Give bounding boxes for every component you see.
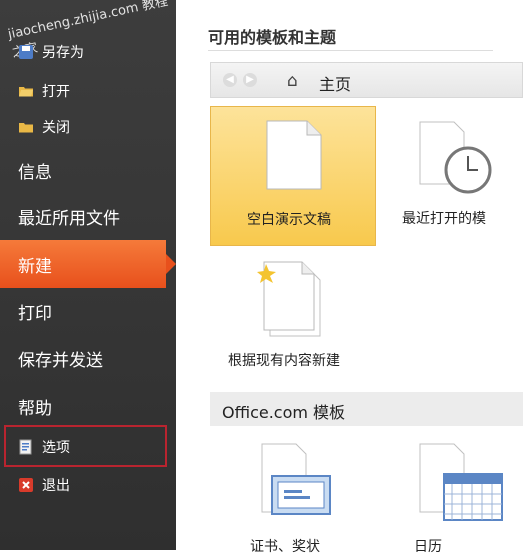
menu-save-send-label: 保存并发送 <box>18 350 103 371</box>
calendar-icon <box>419 443 503 521</box>
menu-close[interactable]: 关闭 <box>18 113 70 141</box>
blank-document-icon <box>266 120 322 190</box>
menu-options-label: 选项 <box>42 440 70 456</box>
template-recent[interactable]: 最近打开的模 <box>386 106 523 246</box>
back-arrow-icon[interactable]: ◀ <box>223 73 237 87</box>
title-divider <box>208 50 493 51</box>
recent-clock-document-icon <box>419 121 492 194</box>
exit-icon <box>18 477 34 493</box>
template-calendar-label: 日历 <box>414 539 442 555</box>
certificate-icon <box>261 443 331 515</box>
folder-open-icon <box>18 83 34 99</box>
options-icon <box>18 439 34 455</box>
template-certificate[interactable]: 证书、奖状 <box>210 432 376 555</box>
office-templates-bar: Office.com 模板 <box>210 392 523 426</box>
template-blank-label: 空白演示文稿 <box>247 212 331 228</box>
menu-print[interactable]: 打印 <box>18 291 52 331</box>
menu-exit[interactable]: 退出 <box>18 471 70 499</box>
template-from-existing[interactable]: 根据现有内容新建 <box>210 252 376 382</box>
menu-saveas-label: 另存为 <box>42 45 84 61</box>
menu-new-label: 新建 <box>18 257 52 277</box>
menu-help[interactable]: 帮助 <box>18 386 52 426</box>
menu-info[interactable]: 信息 <box>18 150 52 190</box>
navigation-bar: ◀ ▶ ⌂ 主页 <box>210 62 523 98</box>
menu-new[interactable]: 新建 <box>0 240 176 288</box>
template-calendar[interactable]: 日历 <box>386 432 523 555</box>
menu-help-label: 帮助 <box>18 398 52 419</box>
available-templates-title: 可用的模板和主题 <box>208 28 337 47</box>
main-panel: 可用的模板和主题 ◀ ▶ ⌂ 主页 空白演示文稿 最近打开的模 根据现有内容新建 <box>176 0 523 555</box>
menu-saveas[interactable]: 另存为 <box>18 38 84 66</box>
template-recent-label: 最近打开的模 <box>402 211 486 227</box>
menu-open-label: 打开 <box>42 84 70 100</box>
backstage-sidebar: jiaocheng.zhijia.com 教程之家 另存为 打开 关闭 信息 最… <box>0 0 176 550</box>
menu-print-label: 打印 <box>18 303 52 324</box>
new-from-existing-icon <box>257 261 321 337</box>
saveas-icon <box>18 44 34 60</box>
forward-arrow-icon[interactable]: ▶ <box>243 73 257 87</box>
menu-save-send[interactable]: 保存并发送 <box>18 338 103 378</box>
menu-exit-label: 退出 <box>42 478 70 494</box>
home-icon[interactable]: ⌂ <box>287 71 298 91</box>
template-certificate-label: 证书、奖状 <box>250 539 320 555</box>
menu-info-label: 信息 <box>18 162 52 183</box>
template-from-existing-label: 根据现有内容新建 <box>228 353 340 369</box>
folder-close-icon <box>18 119 34 135</box>
menu-recent[interactable]: 最近所用文件 <box>18 196 120 236</box>
menu-recent-label: 最近所用文件 <box>18 208 120 229</box>
home-label[interactable]: 主页 <box>319 71 351 95</box>
template-blank-presentation[interactable]: 空白演示文稿 <box>210 106 376 246</box>
office-templates-title: Office.com 模板 <box>222 403 346 422</box>
menu-open[interactable]: 打开 <box>18 77 70 105</box>
menu-options[interactable]: 选项 <box>18 433 70 461</box>
menu-close-label: 关闭 <box>42 120 70 136</box>
